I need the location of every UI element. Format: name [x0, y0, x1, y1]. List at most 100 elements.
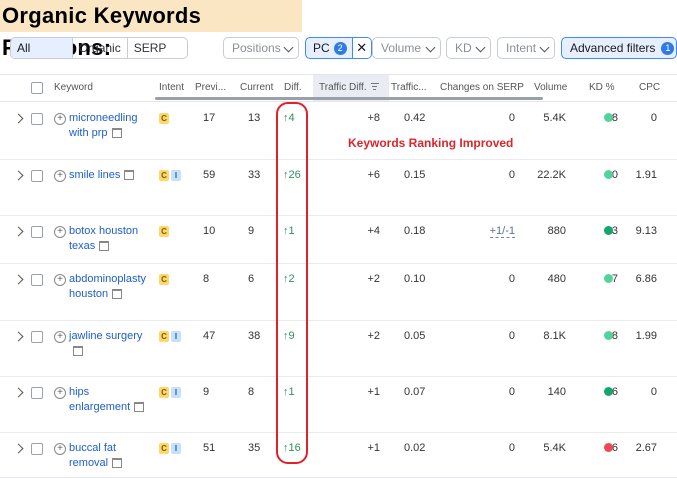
- intent-badge: C: [159, 226, 169, 237]
- previous-position: 17: [203, 112, 216, 124]
- traffic-value: 0.05: [404, 330, 426, 342]
- keyword-link[interactable]: botox houston texas: [69, 224, 149, 254]
- row-checkbox[interactable]: [31, 443, 43, 455]
- kd-dropdown-label: KD: [455, 41, 472, 55]
- positions-dropdown-label: Positions: [232, 41, 281, 55]
- keyword-text: abdominoplasty houston: [69, 273, 147, 300]
- keyword-link[interactable]: buccal fat removal: [69, 441, 149, 471]
- keyword-text: buccal fat removal: [69, 442, 117, 469]
- traffic-value: 0.42: [404, 112, 426, 124]
- expand-row-icon[interactable]: [13, 331, 24, 342]
- device-filter-label: PC: [313, 41, 330, 55]
- device-filter[interactable]: PC 2 ✕: [305, 37, 372, 59]
- advanced-filters-label: Advanced filters: [570, 41, 656, 55]
- traffic-value: 0.10: [404, 273, 426, 285]
- serp-snapshot-icon[interactable]: [112, 289, 123, 300]
- traffic-diff: +6: [367, 169, 380, 181]
- row-checkbox[interactable]: [31, 170, 43, 182]
- serp-snapshot-icon[interactable]: [124, 170, 135, 181]
- row-checkbox[interactable]: [31, 274, 43, 286]
- volume-dropdown[interactable]: Volume: [372, 37, 441, 59]
- tab-all-positions[interactable]: All Positions: [11, 38, 73, 58]
- serp-changes: 0: [508, 330, 515, 342]
- kd-indicator-dot: [604, 113, 613, 122]
- add-keyword-icon[interactable]: +: [54, 226, 66, 238]
- positions-dropdown[interactable]: Positions: [223, 37, 299, 59]
- column-header-keyword[interactable]: Keyword: [54, 75, 93, 101]
- intent-badge: C: [159, 113, 169, 124]
- table-row[interactable]: + hips enlargement CI 9 8 ↑1 +1 0.07 0 1…: [0, 376, 677, 433]
- intent-badge: I: [171, 170, 181, 181]
- previous-position: 47: [203, 330, 216, 342]
- traffic-value: 0.02: [404, 442, 426, 454]
- table-row[interactable]: + botox houston texas C 10 9 ↑1 +4 0.18 …: [0, 215, 677, 264]
- table-row[interactable]: + abdominoplasty houston C 8 6 ↑2 +2 0.1…: [0, 263, 677, 321]
- device-filter-count: 2: [333, 41, 347, 55]
- intent-badge: I: [171, 443, 181, 454]
- tab-serp-features[interactable]: SERP Features: [128, 38, 187, 58]
- keyword-link[interactable]: hips enlargement: [69, 385, 149, 415]
- intent-dropdown-label: Intent: [506, 41, 537, 55]
- current-position: 6: [248, 273, 255, 285]
- horizontal-scrollbar[interactable]: [155, 97, 543, 100]
- table-row[interactable]: + buccal fat removal CI 51 35 ↑16 +1 0.0…: [0, 432, 677, 478]
- serp-snapshot-icon[interactable]: [111, 128, 122, 139]
- current-position: 35: [248, 442, 261, 454]
- add-keyword-icon[interactable]: +: [54, 387, 66, 399]
- serp-changes: 0: [508, 386, 515, 398]
- intent-dropdown[interactable]: Intent: [497, 37, 555, 59]
- traffic-diff: +1: [367, 442, 380, 454]
- row-checkbox[interactable]: [31, 226, 43, 238]
- traffic-value: 0.18: [404, 225, 426, 237]
- tab-organic[interactable]: Organic: [73, 38, 128, 58]
- expand-row-icon[interactable]: [13, 443, 24, 454]
- cpc-value: 6.86: [635, 273, 657, 285]
- chevron-down-icon: [475, 42, 486, 53]
- column-header-kd[interactable]: KD %: [589, 75, 615, 101]
- expand-row-icon[interactable]: [13, 113, 24, 124]
- add-keyword-icon[interactable]: +: [54, 443, 66, 455]
- serp-changes: 0: [508, 273, 515, 285]
- keyword-link[interactable]: abdominoplasty houston: [69, 272, 149, 302]
- add-keyword-icon[interactable]: +: [54, 170, 66, 182]
- serp-changes: 0: [508, 442, 515, 454]
- add-keyword-icon[interactable]: +: [54, 113, 66, 125]
- row-checkbox[interactable]: [31, 113, 43, 125]
- serp-snapshot-icon[interactable]: [73, 346, 83, 357]
- row-checkbox[interactable]: [31, 331, 43, 343]
- volume-dropdown-label: Volume: [381, 41, 422, 55]
- row-checkbox[interactable]: [31, 387, 43, 399]
- intent-badge: C: [159, 387, 169, 398]
- keyword-link[interactable]: jawline surgery: [69, 329, 149, 359]
- kd-dropdown[interactable]: KD: [446, 37, 491, 59]
- expand-row-icon[interactable]: [13, 274, 24, 285]
- traffic-diff: +2: [367, 273, 380, 285]
- column-header-cpc[interactable]: CPC: [639, 75, 660, 101]
- previous-position: 59: [203, 169, 216, 181]
- expand-row-icon[interactable]: [13, 170, 24, 181]
- table-row[interactable]: + jawline surgery CI 47 38 ↑9 +2 0.05 0 …: [0, 320, 677, 377]
- select-all-checkbox[interactable]: [31, 82, 43, 94]
- intent-badge: C: [159, 170, 169, 181]
- serp-snapshot-icon[interactable]: [99, 241, 110, 252]
- keyword-text: hips enlargement: [69, 386, 131, 413]
- expand-row-icon[interactable]: [13, 387, 24, 398]
- keyword-link[interactable]: smile lines: [69, 168, 149, 183]
- serp-snapshot-icon[interactable]: [112, 458, 123, 469]
- kd-indicator-dot: [604, 274, 613, 283]
- table-row[interactable]: + microneedling with prp C 17 13 ↑4 +8 0…: [0, 102, 677, 160]
- cpc-value: 9.13: [635, 225, 657, 237]
- serp-snapshot-icon[interactable]: [134, 402, 145, 413]
- add-keyword-icon[interactable]: +: [54, 331, 66, 343]
- page-title: Organic Keywords Positions:: [0, 0, 302, 60]
- expand-row-icon[interactable]: [13, 226, 24, 237]
- table-row[interactable]: + smile lines CI 59 33 ↑26 +6 0.15 0 22.…: [0, 159, 677, 216]
- add-keyword-icon[interactable]: +: [54, 274, 66, 286]
- close-icon[interactable]: ✕: [351, 38, 371, 58]
- advanced-filters-button[interactable]: Advanced filters 1: [561, 37, 677, 59]
- keyword-link[interactable]: microneedling with prp: [69, 111, 149, 141]
- search-volume: 140: [547, 386, 566, 398]
- intent-badge: C: [159, 274, 169, 285]
- serp-changes[interactable]: +1/-1: [489, 225, 515, 238]
- annotation-label: Keywords Ranking Improved: [348, 136, 514, 150]
